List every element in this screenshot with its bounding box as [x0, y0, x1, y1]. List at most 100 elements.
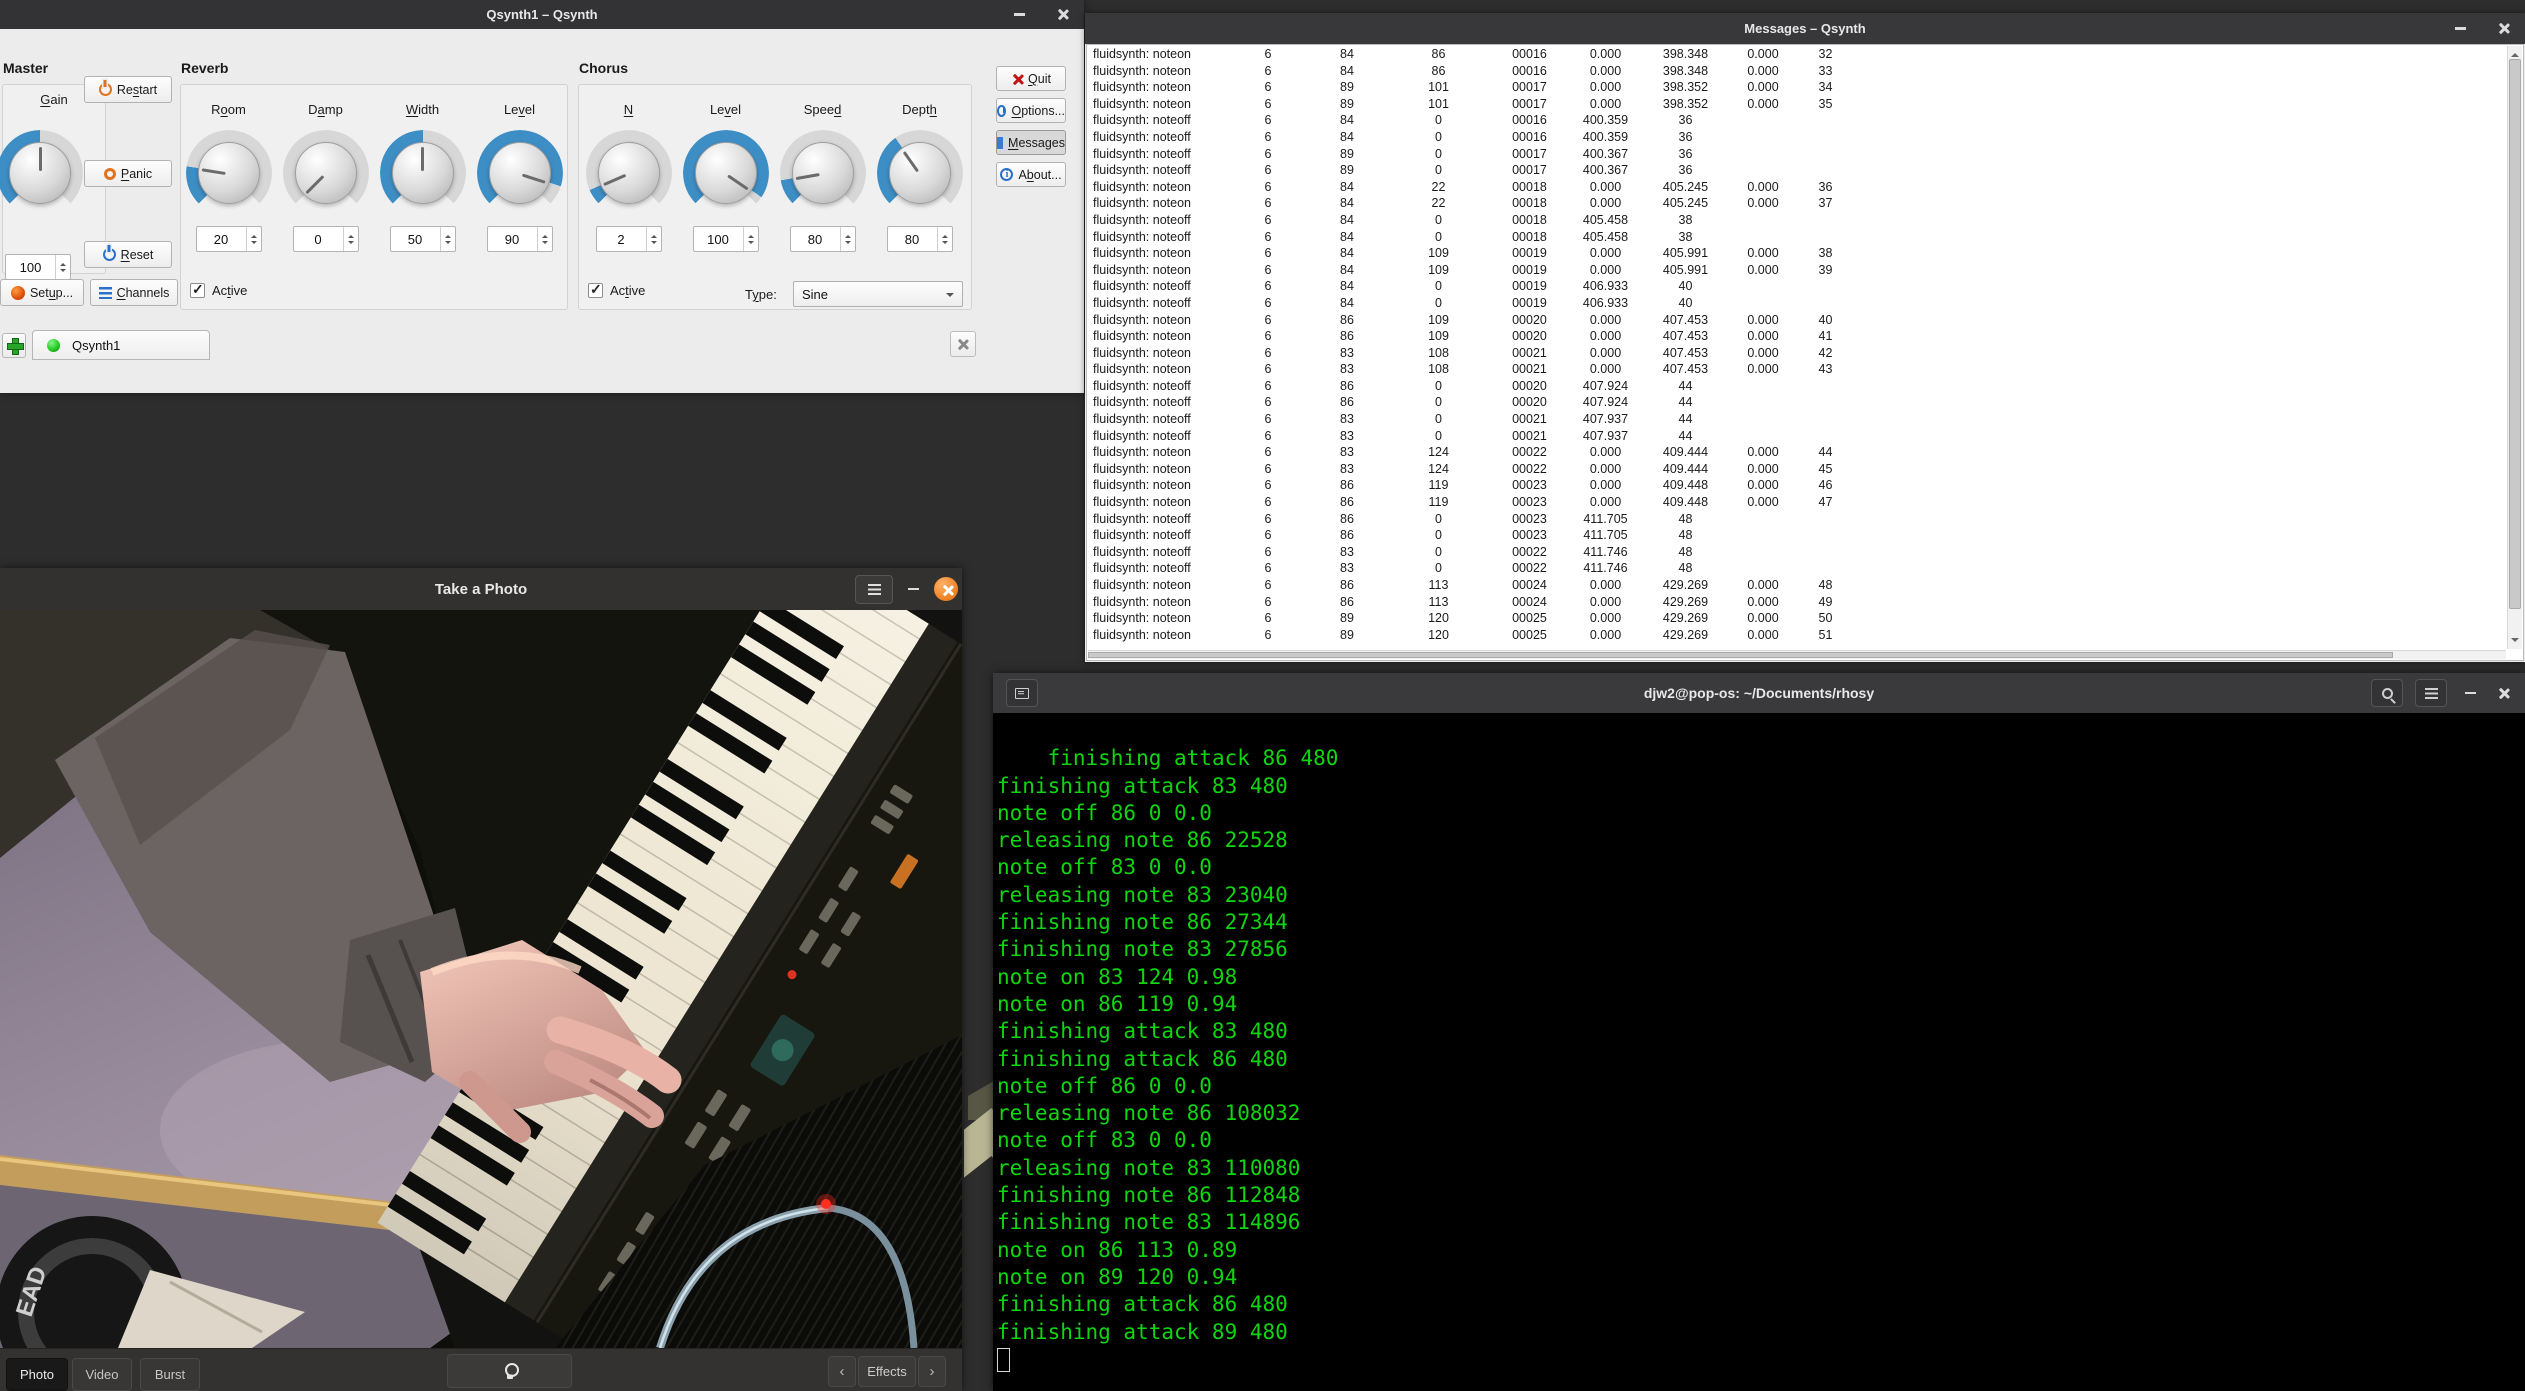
knob-dial[interactable]	[380, 130, 466, 216]
camera-mode-tab[interactable]: Photo	[6, 1358, 68, 1391]
knob-dial[interactable]	[683, 130, 769, 216]
knob-dial[interactable]	[877, 130, 963, 216]
terminal-titlebar[interactable]: djw2@pop-os: ~/Documents/rhosy	[993, 673, 2525, 713]
knob-value: 2	[597, 232, 646, 247]
reset-icon	[103, 248, 116, 261]
knob-dial[interactable]	[186, 130, 272, 216]
close-button[interactable]	[934, 577, 958, 601]
quit-button[interactable]: Quit	[996, 66, 1066, 91]
new-terminal-button[interactable]	[1006, 679, 1038, 707]
log-row: fluidsynth: noteon686 109000200.000 407.…	[1093, 328, 2503, 345]
knob-dial[interactable]	[780, 130, 866, 216]
terminal-window: djw2@pop-os: ~/Documents/rhosy finishing…	[993, 673, 2525, 1391]
terminal-line: note on 86 119 0.94	[997, 992, 1237, 1016]
spinner-arrows[interactable]	[937, 227, 952, 251]
panic-button[interactable]: Panic	[84, 160, 172, 187]
about-button[interactable]: i About...	[996, 162, 1066, 187]
restart-button[interactable]: Restart	[84, 76, 172, 103]
camera-menu-button[interactable]	[855, 575, 893, 604]
knob-spinbox[interactable]: 100	[693, 226, 759, 252]
knob-cell: Level 100	[677, 84, 774, 252]
add-engine-button[interactable]	[2, 333, 26, 358]
chorus-type-select[interactable]: Sine	[793, 281, 963, 307]
log-row: fluidsynth: noteoff683 000021407.937 44	[1093, 411, 2503, 428]
log-row: fluidsynth: noteon683 124000220.000 409.…	[1093, 461, 2503, 478]
chorus-active-checkbox[interactable]: Active	[588, 283, 645, 298]
camera-titlebar[interactable]: Take a Photo	[0, 568, 962, 610]
vertical-scrollbar[interactable]	[2507, 46, 2522, 649]
camera-mode-tab[interactable]: Burst	[140, 1358, 200, 1391]
messages-log-rows: fluidsynth: noteon684 86000160.000 398.3…	[1093, 46, 2503, 650]
knob-spinbox[interactable]: 80	[887, 226, 953, 252]
take-photo-button[interactable]	[447, 1354, 572, 1388]
restart-icon	[99, 83, 112, 96]
knob-spinbox[interactable]: 50	[390, 226, 456, 252]
gain-spinner-arrows[interactable]	[55, 255, 70, 279]
minimize-button[interactable]	[2449, 18, 2471, 40]
knob-dial[interactable]	[477, 130, 563, 216]
gain-knob[interactable]	[0, 130, 83, 216]
menu-button[interactable]	[2415, 679, 2447, 707]
minimize-button[interactable]	[2459, 682, 2481, 704]
messages-titlebar[interactable]: Messages – Qsynth	[1085, 13, 2525, 44]
knob-cell: Level 90	[471, 84, 568, 252]
knob-label: Width	[406, 102, 439, 122]
spinner-arrows[interactable]	[246, 227, 261, 251]
horizontal-scrollbar[interactable]	[1088, 650, 2506, 659]
spinner-arrows[interactable]	[840, 227, 855, 251]
knob-value: 90	[488, 232, 537, 247]
reverb-active-checkbox[interactable]: Active	[190, 283, 247, 298]
log-row: fluidsynth: noteon689 120000250.000 429.…	[1093, 627, 2503, 644]
spinner-arrows[interactable]	[440, 227, 455, 251]
messages-button[interactable]: Messages	[996, 130, 1066, 155]
channels-button[interactable]: Channels	[90, 279, 178, 306]
knob-spinbox[interactable]: 90	[487, 226, 553, 252]
knob-dial[interactable]	[283, 130, 369, 216]
spinner-arrows[interactable]	[646, 227, 661, 251]
log-row: fluidsynth: noteoff686 000023411.705 48	[1093, 527, 2503, 544]
effects-next-button[interactable]: ›	[918, 1356, 946, 1387]
qsynth-titlebar[interactable]: Qsynth1 – Qsynth	[0, 0, 1084, 29]
scroll-up-icon[interactable]	[2511, 49, 2519, 57]
knob-dial[interactable]	[586, 130, 672, 216]
close-button[interactable]	[2493, 18, 2515, 40]
setup-button[interactable]: Setup...	[0, 279, 84, 306]
reverb-knobs: Room 20 Damp 0	[180, 84, 568, 252]
minimize-button[interactable]	[1008, 4, 1030, 26]
engine-tab-close-button[interactable]	[950, 331, 976, 357]
knob-value: 20	[197, 232, 246, 247]
minimize-icon	[908, 588, 919, 591]
scrollbar-thumb[interactable]	[1088, 652, 2393, 658]
terminal-line: finishing note 86 27344	[997, 910, 1288, 934]
reset-button[interactable]: Reset	[84, 241, 172, 268]
knob-label: Room	[211, 102, 246, 122]
terminal-output[interactable]: finishing attack 86 480 finishing attack…	[997, 718, 2521, 1387]
knob-label: Level	[504, 102, 535, 122]
messages-log[interactable]: fluidsynth: noteon684 86000160.000 398.3…	[1086, 44, 2524, 661]
knob-spinbox[interactable]: 0	[293, 226, 359, 252]
close-button[interactable]	[1052, 4, 1074, 26]
minimize-button[interactable]	[902, 578, 924, 600]
terminal-line: releasing note 83 23040	[997, 883, 1288, 907]
chevron-right-icon: ›	[930, 1363, 935, 1380]
effects-button[interactable]: Effects	[858, 1356, 916, 1387]
engine-tab-label: Qsynth1	[72, 338, 120, 353]
spinner-arrows[interactable]	[743, 227, 758, 251]
effects-prev-button[interactable]: ‹	[828, 1356, 856, 1387]
knob-spinbox[interactable]: 20	[196, 226, 262, 252]
terminal-line: releasing note 86 108032	[997, 1101, 1300, 1125]
knob-spinbox[interactable]: 80	[790, 226, 856, 252]
scroll-down-icon[interactable]	[2511, 638, 2519, 646]
options-button[interactable]: Options...	[996, 98, 1066, 123]
knob-spinbox[interactable]: 2	[596, 226, 662, 252]
close-icon	[941, 584, 951, 594]
close-button[interactable]	[2493, 682, 2515, 704]
spinner-arrows[interactable]	[537, 227, 552, 251]
search-button[interactable]	[2371, 679, 2403, 707]
terminal-line: note off 86 0 0.0	[997, 801, 1212, 825]
gain-spinbox[interactable]: 100	[5, 254, 71, 280]
engine-tab-qsynth1[interactable]: Qsynth1	[32, 330, 210, 360]
camera-mode-tab[interactable]: Video	[72, 1358, 132, 1391]
scrollbar-thumb[interactable]	[2509, 59, 2521, 609]
spinner-arrows[interactable]	[343, 227, 358, 251]
